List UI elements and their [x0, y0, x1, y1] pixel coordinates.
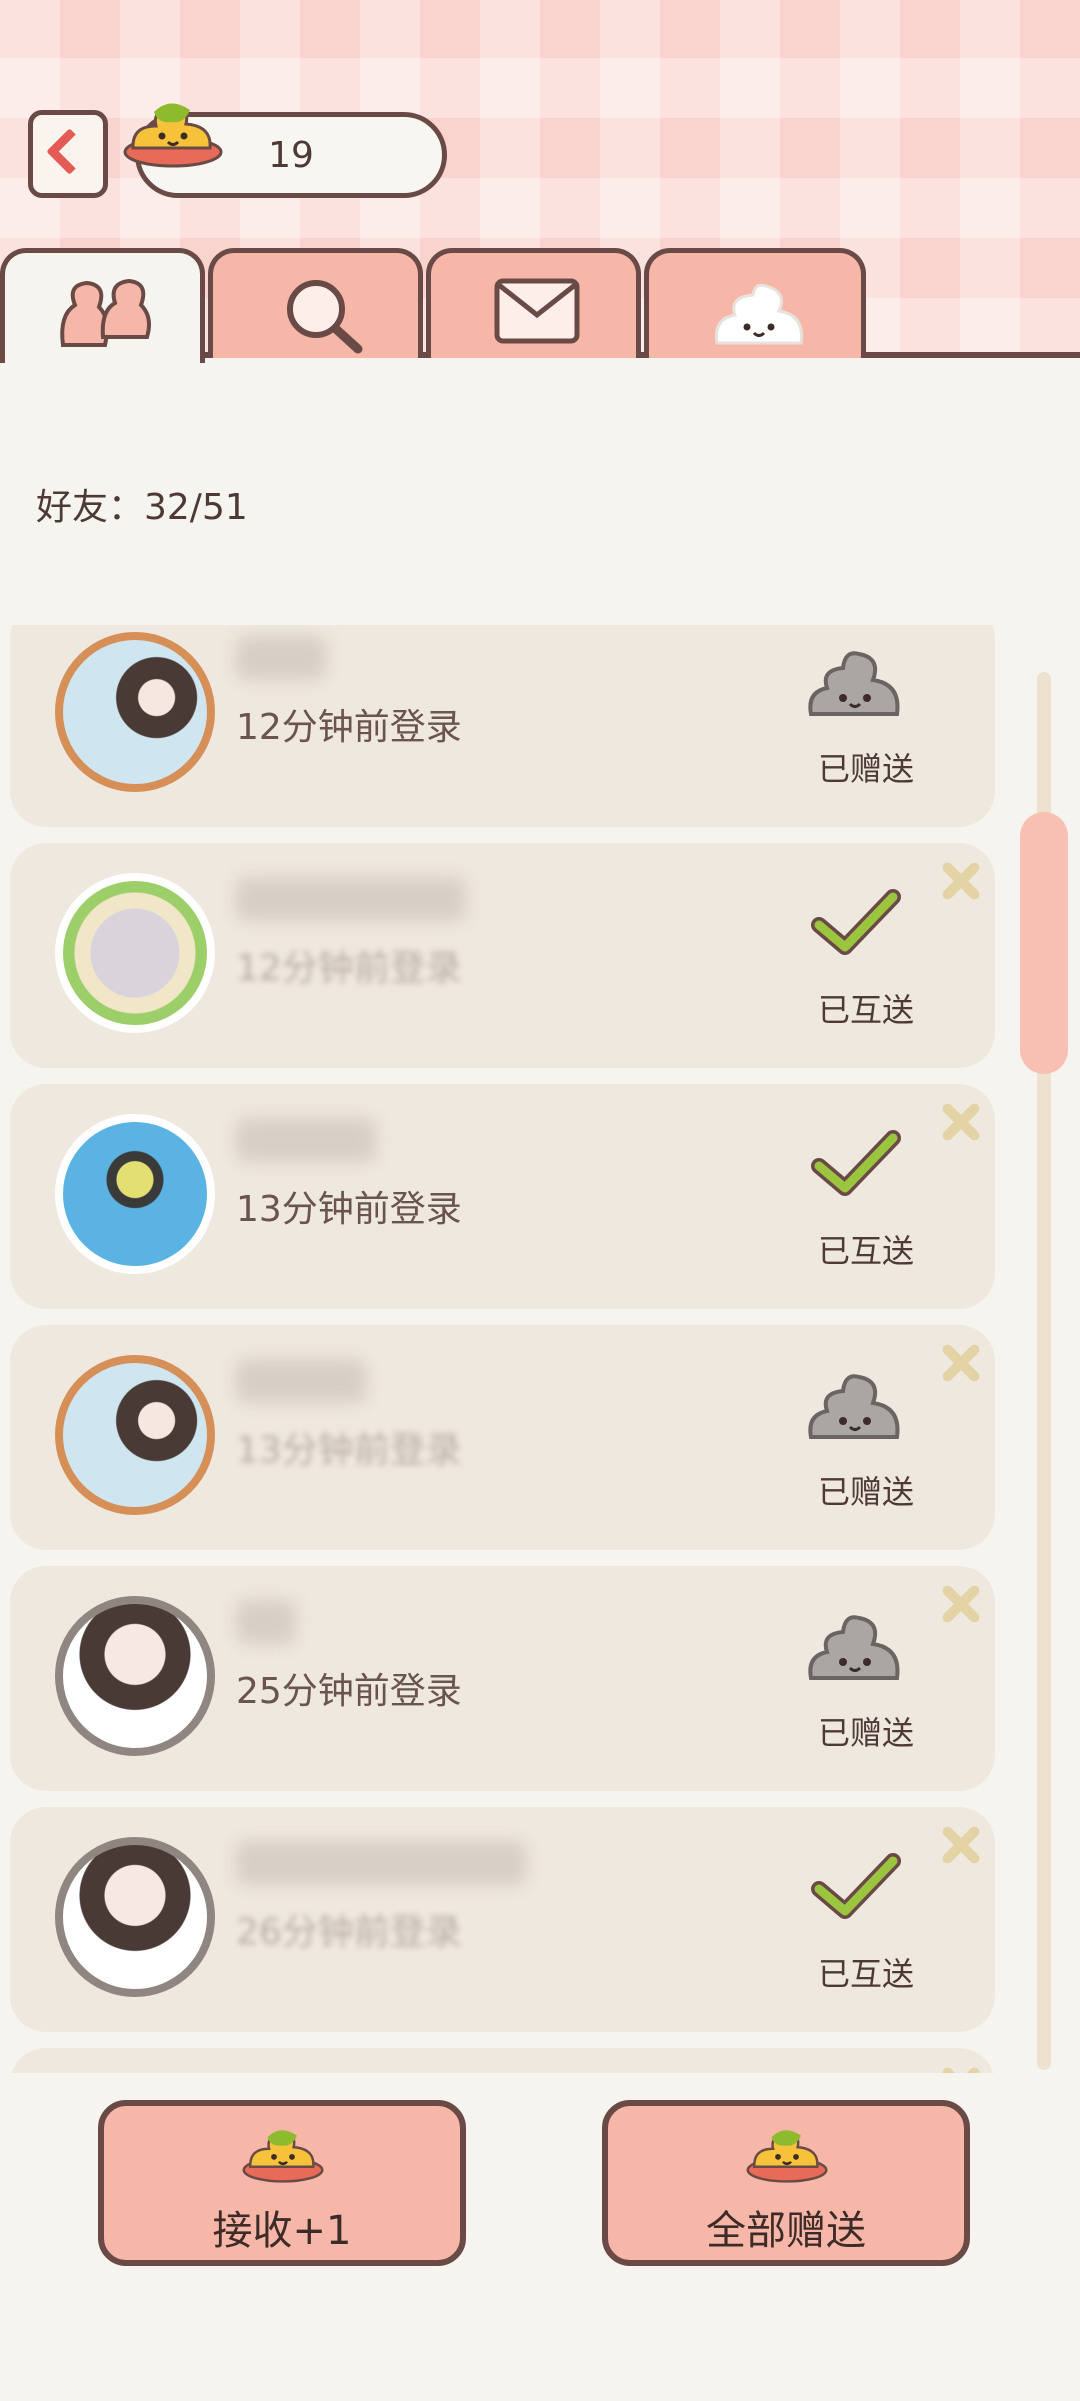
gray-poop-icon [808, 1374, 900, 1439]
receive-button-label: 接收+1 [212, 2208, 352, 2254]
login-time: 13分钟前登录 [236, 1189, 462, 1230]
login-time: 25分钟前登录 [236, 1671, 462, 1712]
chevron-left-icon [46, 128, 93, 175]
friend-avatar[interactable] [55, 873, 215, 1033]
friend-card[interactable]: 12分钟前登录 已赠送 [10, 625, 995, 827]
friend-card[interactable]: 25分钟前登录 已赠送 [10, 1566, 995, 1791]
friend-card[interactable] [10, 2048, 995, 2073]
friend-avatar[interactable] [55, 1355, 215, 1515]
yellow-poop-icon [746, 2130, 828, 2183]
friend-avatar[interactable] [55, 1837, 215, 1997]
tab-poop[interactable] [644, 248, 866, 358]
login-time: 12分钟前登录 [236, 707, 462, 748]
receive-button[interactable]: 接收+1 [98, 2100, 466, 2266]
friend-avatar[interactable] [55, 632, 215, 792]
back-button[interactable] [28, 110, 108, 198]
friend-name-blurred [236, 636, 326, 680]
remove-friend-icon[interactable] [938, 1100, 982, 1144]
friend-avatar[interactable] [55, 1596, 215, 1756]
scrollbar-thumb[interactable] [1020, 812, 1068, 1074]
gray-poop-icon [808, 1615, 900, 1680]
yellow-poop-icon [242, 2130, 324, 2183]
friend-list[interactable]: 12分钟前登录 已赠送 12分钟前登录 已互送 13分钟前登录 已互送 13分钟… [0, 625, 1080, 2073]
friend-card[interactable]: 26分钟前登录 已互送 [10, 1807, 995, 2032]
give-all-button[interactable]: 全部赠送 [602, 2100, 970, 2266]
gift-status: 已互送 [818, 991, 915, 1029]
friend-name-blurred [236, 1600, 296, 1644]
friend-card[interactable]: 13分钟前登录 已互送 [10, 1084, 995, 1309]
remove-friend-icon[interactable] [938, 2064, 982, 2073]
friend-avatar[interactable] [55, 1114, 215, 1274]
check-icon [811, 889, 901, 955]
login-time: 13分钟前登录 [236, 1430, 462, 1471]
gift-status: 已互送 [818, 1232, 915, 1270]
friends-count: 好友：32/51 [36, 487, 248, 528]
friend-name-blurred [236, 1359, 366, 1403]
gift-status: 已互送 [818, 1955, 915, 1993]
yellow-poop-coin-icon [123, 103, 223, 168]
gift-status: 已赠送 [818, 1714, 915, 1752]
tab-mail[interactable] [426, 248, 641, 358]
gray-poop-icon [808, 651, 900, 716]
login-time: 12分钟前登录 [236, 948, 462, 989]
login-time: 26分钟前登录 [236, 1912, 462, 1953]
check-icon [811, 1853, 901, 1919]
tab-search[interactable] [208, 248, 423, 358]
search-icon [287, 280, 363, 354]
friend-card[interactable]: 12分钟前登录 已互送 [10, 843, 995, 1068]
friend-name-blurred [236, 1118, 376, 1162]
friends-icon [60, 278, 151, 347]
give-all-button-label: 全部赠送 [706, 2208, 866, 2254]
poop-icon [714, 283, 804, 345]
friend-card[interactable]: 13分钟前登录 已赠送 [10, 1325, 995, 1550]
tab-bar [0, 248, 1080, 363]
tab-friends[interactable] [0, 248, 205, 363]
remove-friend-icon[interactable] [938, 1582, 982, 1626]
gift-status: 已赠送 [818, 750, 915, 788]
mail-icon [494, 278, 580, 344]
remove-friend-icon[interactable] [938, 1823, 982, 1867]
remove-friend-icon[interactable] [938, 859, 982, 903]
check-icon [811, 1130, 901, 1196]
gift-status: 已赠送 [818, 1473, 915, 1511]
friend-name-blurred [236, 877, 466, 921]
friend-name-blurred [236, 1841, 526, 1885]
remove-friend-icon[interactable] [938, 1341, 982, 1385]
